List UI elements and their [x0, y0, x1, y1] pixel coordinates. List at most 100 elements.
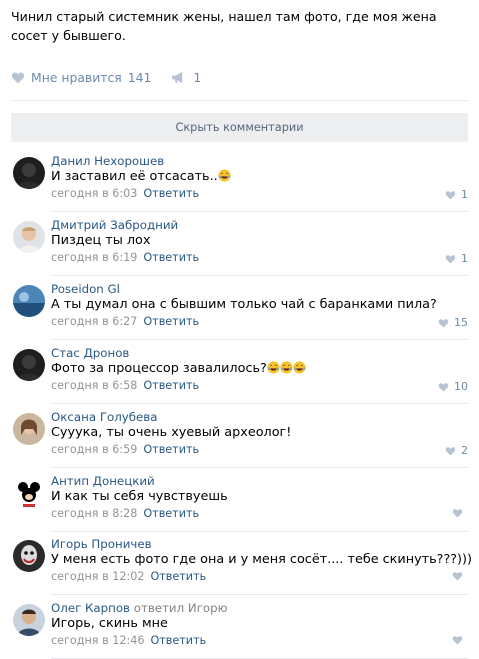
- comment-text-content: У меня есть фото где она и у меня сосёт.…: [51, 552, 473, 567]
- like-button[interactable]: Мне нравится 141: [11, 70, 151, 85]
- reply-link[interactable]: Ответить: [143, 507, 199, 520]
- comment-meta: сегодня в 6:19 Ответить: [51, 251, 199, 264]
- comment-meta: сегодня в 12:02 Ответить: [51, 570, 206, 583]
- sea-avatar[interactable]: [13, 285, 45, 317]
- author-name[interactable]: Оксана Голубева: [51, 410, 157, 424]
- heart-icon: [445, 254, 456, 264]
- comment-author[interactable]: Poseidon Gl: [51, 282, 120, 296]
- comment-item: Стас Дронов Фото за процессор завалилось?…: [11, 342, 468, 404]
- comment-author[interactable]: Стас Дронов: [51, 346, 129, 360]
- dark-avatar[interactable]: [13, 349, 45, 381]
- author-name[interactable]: Стас Дронов: [51, 346, 129, 360]
- comment-like-button[interactable]: 2: [445, 444, 468, 457]
- author-name[interactable]: Дмитрий Забродний: [51, 218, 178, 232]
- comment-item: Оксана Голубева Сууука, ты очень хуевый а…: [11, 406, 468, 468]
- comment-meta: сегодня в 6:03 Ответить: [51, 187, 199, 200]
- comment-item: Олег Карпов ответил Игорю Игорь, скинь мн…: [11, 597, 468, 659]
- comment-time[interactable]: сегодня в 6:03: [51, 187, 137, 200]
- comment-item: Poseidon Gl А ты думал она с бывшим тольк…: [11, 278, 468, 340]
- laughing-emoji-icon: [218, 169, 231, 182]
- comment-meta: сегодня в 8:28 Ответить: [51, 507, 199, 520]
- comment-text: У меня есть фото где она и у меня сосёт.…: [51, 552, 472, 567]
- divider: [51, 211, 468, 212]
- like-count: 141: [127, 69, 152, 85]
- reply-note: ответил Игорю: [133, 601, 228, 615]
- megaphone-icon: [172, 71, 183, 83]
- hide-comments-button[interactable]: Скрыть комментарии: [11, 113, 468, 142]
- comment-like-button[interactable]: 15: [438, 316, 468, 329]
- man2-avatar[interactable]: [13, 604, 45, 636]
- comment-author[interactable]: Оксана Голубева: [51, 410, 157, 424]
- comment-meta: сегодня в 12:46 Ответить: [51, 634, 206, 647]
- reply-link[interactable]: Ответить: [150, 634, 206, 647]
- heart-icon: [452, 572, 463, 581]
- author-name[interactable]: Игорь Проничев: [51, 537, 152, 551]
- comment-text: Пиздец ты лох: [51, 233, 150, 248]
- comment-time[interactable]: сегодня в 6:59: [51, 443, 137, 456]
- woman-avatar[interactable]: [13, 413, 45, 445]
- heart-icon: [438, 318, 449, 328]
- reply-link[interactable]: Ответить: [143, 379, 199, 392]
- comment-like-button[interactable]: [452, 508, 468, 518]
- joker-avatar[interactable]: [13, 540, 45, 572]
- comment-item: Дмитрий Забродний Пиздец ты лох сегодня в …: [11, 214, 468, 276]
- comment-like-button[interactable]: 10: [438, 380, 468, 393]
- author-name[interactable]: Олег Карпов: [51, 601, 130, 615]
- mickey-avatar[interactable]: [13, 477, 45, 509]
- dark-avatar[interactable]: [13, 157, 45, 189]
- reply-link[interactable]: Ответить: [143, 251, 199, 264]
- comment-time[interactable]: сегодня в 6:27: [51, 315, 137, 328]
- comment-text: Сууука, ты очень хуевый археолог!: [51, 425, 291, 440]
- divider: [51, 531, 468, 532]
- comment-like-count: 10: [454, 380, 468, 393]
- divider: [51, 467, 468, 468]
- heart-icon: [438, 382, 449, 392]
- comment-time[interactable]: сегодня в 8:28: [51, 507, 137, 520]
- reply-link[interactable]: Ответить: [143, 187, 199, 200]
- comment-text-content: Фото за процессор завалилось?: [51, 361, 267, 376]
- comment-text: А ты думал она с бывшим только чай с бар…: [51, 297, 437, 312]
- comment-text-content: И как ты себя чувствуешь: [51, 489, 228, 504]
- comment-text-content: А ты думал она с бывшим только чай с бар…: [51, 297, 437, 312]
- comment-author[interactable]: Игорь Проничев: [51, 537, 152, 551]
- reply-link[interactable]: Ответить: [143, 315, 199, 328]
- comment-text: Игорь, скинь мне: [51, 616, 168, 631]
- comment-time[interactable]: сегодня в 12:46: [51, 634, 144, 647]
- comment-meta: сегодня в 6:58 Ответить: [51, 379, 199, 392]
- divider: [51, 403, 468, 404]
- comment-text-content: Игорь, скинь мне: [51, 616, 168, 631]
- heart-icon: [11, 72, 25, 83]
- divider: [51, 275, 468, 276]
- comment-meta: сегодня в 6:59 Ответить: [51, 443, 199, 456]
- comment-author[interactable]: Дмитрий Забродний: [51, 218, 178, 232]
- share-count: 1: [193, 69, 202, 85]
- laughing-emoji-icon: [280, 361, 293, 374]
- reply-link[interactable]: Ответить: [150, 570, 206, 583]
- comment-author[interactable]: Данил Нехорошев: [51, 154, 164, 168]
- post-text: Чинил старый системник жены, нашел там ф…: [11, 9, 437, 43]
- comment-time[interactable]: сегодня в 6:19: [51, 251, 137, 264]
- comment-like-button[interactable]: 1: [445, 188, 468, 201]
- man-avatar[interactable]: [13, 221, 45, 253]
- author-name[interactable]: Антип Донецкий: [51, 474, 155, 488]
- heart-icon: [445, 446, 456, 456]
- comment-like-button[interactable]: [452, 571, 468, 581]
- author-name[interactable]: Данил Нехорошев: [51, 154, 164, 168]
- comment-time[interactable]: сегодня в 12:02: [51, 570, 144, 583]
- heart-icon: [445, 190, 456, 200]
- comment-author[interactable]: Антип Донецкий: [51, 474, 155, 488]
- comment-like-button[interactable]: 1: [445, 252, 468, 265]
- comment-author[interactable]: Олег Карпов ответил Игорю: [51, 601, 228, 615]
- post-actions: Мне нравится 141 1: [11, 68, 201, 86]
- heart-icon: [452, 509, 463, 518]
- comment-text-content: Сууука, ты очень хуевый археолог!: [51, 425, 292, 440]
- author-name[interactable]: Poseidon Gl: [51, 282, 120, 296]
- share-button[interactable]: 1: [171, 70, 201, 85]
- comment-like-button[interactable]: [452, 635, 468, 645]
- comment-time[interactable]: сегодня в 6:58: [51, 379, 137, 392]
- comment-like-count: 1: [461, 252, 468, 265]
- comment-text-content: Пиздец ты лох: [51, 233, 151, 248]
- heart-icon: [452, 636, 463, 645]
- comment-text: Фото за процессор завалилось?: [51, 361, 306, 376]
- reply-link[interactable]: Ответить: [143, 443, 199, 456]
